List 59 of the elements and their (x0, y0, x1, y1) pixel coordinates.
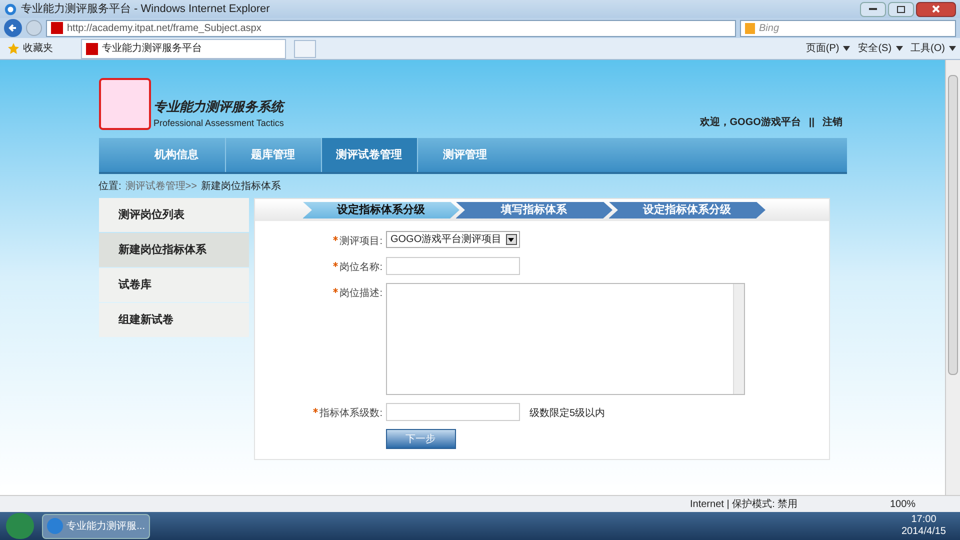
project-select[interactable]: GOGO游戏平台测评项目 (386, 231, 520, 248)
browser-logo-icon (47, 518, 63, 534)
url-text: http://academy.itpat.net/frame_Subject.aspx (67, 22, 262, 36)
favorites-button[interactable]: 收藏夹 (4, 41, 57, 56)
maximize-button[interactable] (888, 2, 914, 16)
address-field[interactable]: http://academy.itpat.net/frame_Subject.aspx (46, 20, 736, 36)
star-icon (8, 43, 19, 54)
logout-link[interactable]: 注销 (822, 115, 842, 130)
dropdown-button[interactable] (506, 234, 517, 245)
breadcrumb-current: 新建岗位指标体系 (200, 180, 281, 194)
back-arrow-icon (8, 23, 18, 33)
welcome-text: 欢迎，GOGO游戏平台 (700, 115, 801, 130)
zone-status: Internet | 保护模式: 禁用 (690, 498, 799, 512)
sidebar-item[interactable]: 新建岗位指标体系 (98, 233, 248, 267)
dropdown-caret-icon[interactable] (843, 46, 850, 51)
browser-logo-icon (4, 2, 17, 16)
sidebar-item[interactable]: 测评岗位列表 (98, 198, 248, 232)
toolbar-menu[interactable]: 工具(O) (910, 41, 956, 56)
minimize-button[interactable] (860, 2, 886, 16)
tab-favicon-icon (86, 42, 98, 54)
breadcrumb-label: 位置: (98, 180, 122, 194)
clock-date: 2014/4/15 (902, 526, 946, 538)
field-label: 指标体系级数: (320, 406, 382, 421)
toolbar-menu[interactable]: 页面(P) (806, 41, 850, 56)
breadcrumb-link[interactable]: 测评试卷管理>> (125, 178, 197, 194)
field-hint: 级数限定5级以内 (530, 406, 606, 421)
caret-icon (508, 238, 514, 242)
start-button[interactable] (6, 513, 34, 539)
nav-tab[interactable]: 测评试卷管理 (320, 138, 416, 172)
site-subtitle: Professional Assessment Tactics (154, 116, 284, 130)
window-title: 专业能力测评服务平台 - Windows Internet Explorer (21, 2, 270, 17)
tab-title: 专业能力测评服务平台 (102, 42, 202, 56)
close-icon (932, 5, 940, 13)
taskbar-button[interactable]: 专业能力测评服... (42, 514, 150, 538)
sidebar-item[interactable]: 组建新试卷 (98, 303, 248, 337)
search-field[interactable]: Bing (740, 20, 956, 36)
zoom-level[interactable]: 100% (890, 496, 916, 512)
field-label: 岗位描述: (340, 286, 382, 301)
seal-logo (98, 78, 150, 130)
toolbar-menu[interactable]: 安全(S) (858, 41, 903, 56)
taskbar-label: 专业能力测评服... (66, 520, 145, 534)
sidebar-item[interactable]: 试卷库 (98, 268, 248, 302)
search-engine-icon (745, 22, 755, 34)
input-field[interactable] (386, 257, 520, 275)
site-title: 专业能力测评服务系统 (154, 98, 284, 116)
clock-time: 17:00 (911, 514, 936, 526)
site-favicon-icon (51, 22, 63, 34)
page-scrollbar[interactable] (945, 60, 960, 495)
separator-text: || (808, 116, 814, 130)
field-label: 岗位名称: (340, 260, 382, 275)
field-label: 测评项目: (340, 234, 382, 249)
dropdown-caret-icon[interactable] (949, 46, 956, 51)
close-button[interactable] (916, 2, 956, 16)
scrollbar[interactable] (732, 284, 744, 394)
dropdown-caret-icon[interactable] (896, 46, 903, 51)
input-field[interactable] (386, 403, 520, 421)
back-button[interactable] (4, 19, 22, 37)
search-placeholder: Bing (759, 22, 780, 36)
browser-tab[interactable]: 专业能力测评服务平台 (81, 38, 286, 58)
